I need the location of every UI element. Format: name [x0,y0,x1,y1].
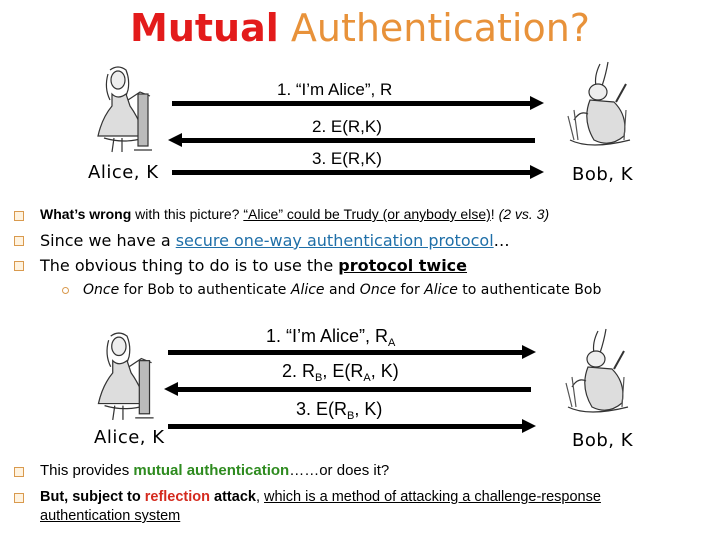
message-1-label: 1. “I’m Alice”, RA [266,326,395,349]
bullet-tail: ……or does it? [289,462,390,479]
square-bullet-icon [14,211,24,221]
message-2-label: 2. RB, E(RA, K) [282,361,399,384]
square-bullet-icon [14,467,24,477]
title-authentication: Authentication? [290,6,590,50]
square-bullet-icon [14,236,24,246]
alice-label: Alice, K [88,162,159,183]
bullet-protocol-twice: The obvious thing to do is to use the pr… [14,256,714,275]
bullet-mutual-authentication: This provides mutual authentication……or … [14,462,714,479]
message-text: , E(R [322,361,364,381]
message-3-label: 3. E(RB, K) [296,399,382,422]
message-text: 1. “I’m Alice”, R [266,326,389,346]
bullet-bold-underlined-text: protocol twice [338,256,468,275]
bullet-text: This provides [40,462,134,479]
message-3-arrow [168,419,536,433]
square-bullet-icon [14,261,24,271]
message-text: 3. E(R [296,399,348,419]
alice-illustration-icon [97,66,152,153]
title-mutual: Mutual [130,6,279,50]
sub-bullet-text: for Bob to authenticate [119,282,291,298]
circle-bullet-icon [62,286,69,294]
bullet-tail: ! [490,206,499,222]
bullet-reflection-attack: But, subject to reflection attack, which… [14,488,714,526]
bullet-underlined-text: “Alice” could be Trudy (or anybody else) [243,206,491,222]
bullet-text: The obvious thing to do is to use the [40,256,339,275]
bullet-bold-text: attack [210,489,256,505]
bullet-whats-wrong: What’s wrong with this picture? “Alice” … [14,206,714,222]
alice-label: Alice, K [94,427,165,448]
message-3-arrow [172,165,544,179]
sub-bullet-text: for [396,282,425,298]
bullet-red-text: reflection [144,489,210,505]
message-1-arrow [172,96,544,110]
bullet-bold-text: What’s wrong [40,206,132,222]
bullet-green-text: mutual authentication [133,462,290,479]
sub-bullet-text: to authenticate Bob [457,282,602,298]
bullet-secure-protocol: Since we have a secure one-way authentic… [14,231,714,250]
secure-protocol-link[interactable]: secure one-way authentication protocol [176,231,494,250]
bullet-tail: … [493,231,510,250]
slide-title: Mutual Authentication? [0,4,720,52]
message-2-label: 2. E(R,K) [312,117,382,136]
sub-bullet-text: Alice [290,282,325,298]
message-subscript: A [363,372,371,384]
white-rabbit-illustration-icon [565,328,629,413]
bullet-text: with this picture? [131,206,244,222]
message-2-arrow [164,382,531,396]
bob-label: Bob, K [572,430,634,451]
message-text: , K) [370,361,399,381]
white-rabbit-illustration-icon [567,61,631,146]
bob-label: Bob, K [572,164,634,185]
sub-bullet-text: Alice [424,282,458,298]
bullet-italic-text: (2 vs. 3) [498,206,550,222]
sub-bullet-text: Once [359,282,396,298]
bullet-text: Since we have a [40,231,176,250]
sub-bullet-once-for-bob: Once for Bob to authenticate Alice and O… [62,282,601,298]
bullet-text: , [255,489,265,505]
message-3-label: 3. E(R,K) [312,149,382,168]
alice-illustration-icon [97,332,154,420]
message-subscript: A [388,337,396,349]
message-1-label: 1. “I’m Alice”, R [277,80,393,99]
message-text: , K) [354,399,383,419]
message-text: 2. R [282,361,316,381]
sub-bullet-text: Once [83,282,120,298]
bullet-bold-text: But, subject to [40,489,145,505]
message-2-arrow [168,133,535,147]
message-1-arrow [168,345,536,359]
sub-bullet-text: and [324,282,360,298]
square-bullet-icon [14,493,24,503]
